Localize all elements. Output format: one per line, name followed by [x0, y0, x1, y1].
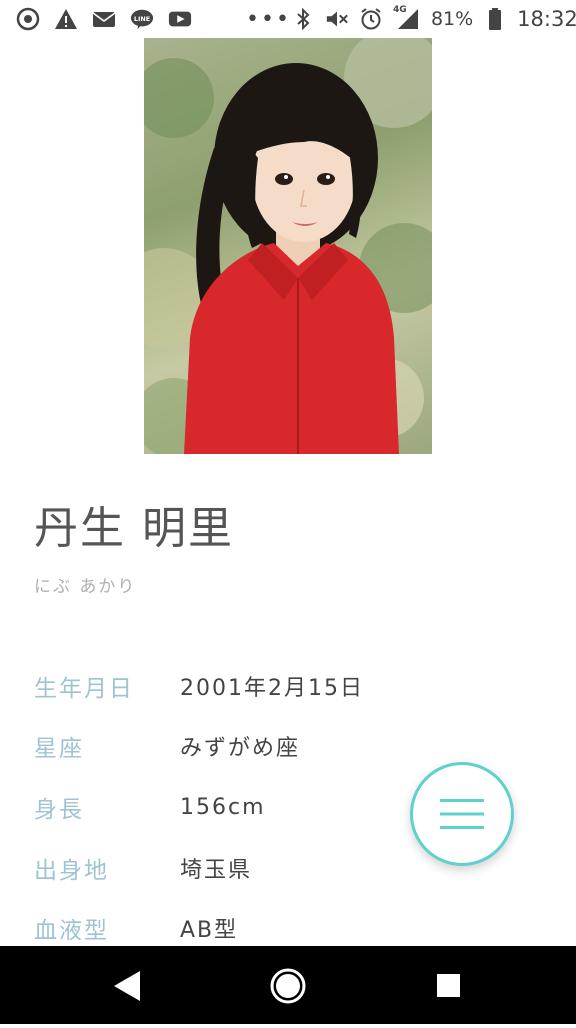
- warning-icon: [54, 7, 78, 31]
- info-value: 2001年2月15日: [180, 676, 364, 701]
- svg-text:LINE: LINE: [134, 15, 150, 23]
- info-label: 生年月日: [34, 676, 134, 702]
- info-label: 出身地: [34, 858, 109, 884]
- info-value: 156cm: [180, 794, 266, 820]
- signal-icon: 4G: [392, 5, 421, 31]
- bluetooth-icon: [291, 7, 315, 31]
- mail-icon: [92, 7, 116, 31]
- info-value: AB型: [180, 918, 239, 943]
- info-label: 星座: [34, 736, 84, 762]
- recents-icon[interactable]: [437, 974, 460, 997]
- profile-name: 丹生 明里: [34, 503, 234, 554]
- info-label: 身長: [34, 797, 84, 823]
- info-row-blood-type: 血液型 AB型: [34, 908, 534, 948]
- home-icon[interactable]: [270, 968, 306, 1004]
- clock: 18:32: [517, 7, 576, 31]
- info-value: みずがめ座: [180, 736, 301, 761]
- back-icon[interactable]: [114, 971, 140, 1001]
- menu-button[interactable]: [410, 762, 514, 866]
- info-label: 血液型: [34, 918, 109, 944]
- profile-photo: [144, 38, 432, 454]
- navigation-bar: [0, 946, 576, 1024]
- battery-icon: [483, 7, 507, 31]
- battery-percent: 81%: [430, 8, 474, 30]
- status-bar: LINE ••• 4G 81% 18:32: [0, 0, 576, 38]
- more-notifications: •••: [246, 6, 291, 32]
- youtube-icon: [168, 7, 192, 31]
- network-type: 4G: [392, 5, 407, 15]
- hamburger-menu-icon: [440, 799, 484, 829]
- notification-icons: LINE •••: [16, 7, 291, 32]
- line-icon: LINE: [130, 7, 154, 31]
- info-row-zodiac: 星座 みずがめ座: [34, 726, 534, 766]
- chrome-icon: [16, 7, 40, 31]
- profile-name-kana: にぶ あかり: [34, 577, 137, 597]
- info-row-birthday: 生年月日 2001年2月15日: [34, 666, 534, 706]
- alarm-icon: [359, 7, 383, 31]
- mute-icon: [325, 7, 349, 31]
- system-status: 4G 81% 18:32: [291, 5, 576, 31]
- info-value: 埼玉県: [180, 858, 253, 883]
